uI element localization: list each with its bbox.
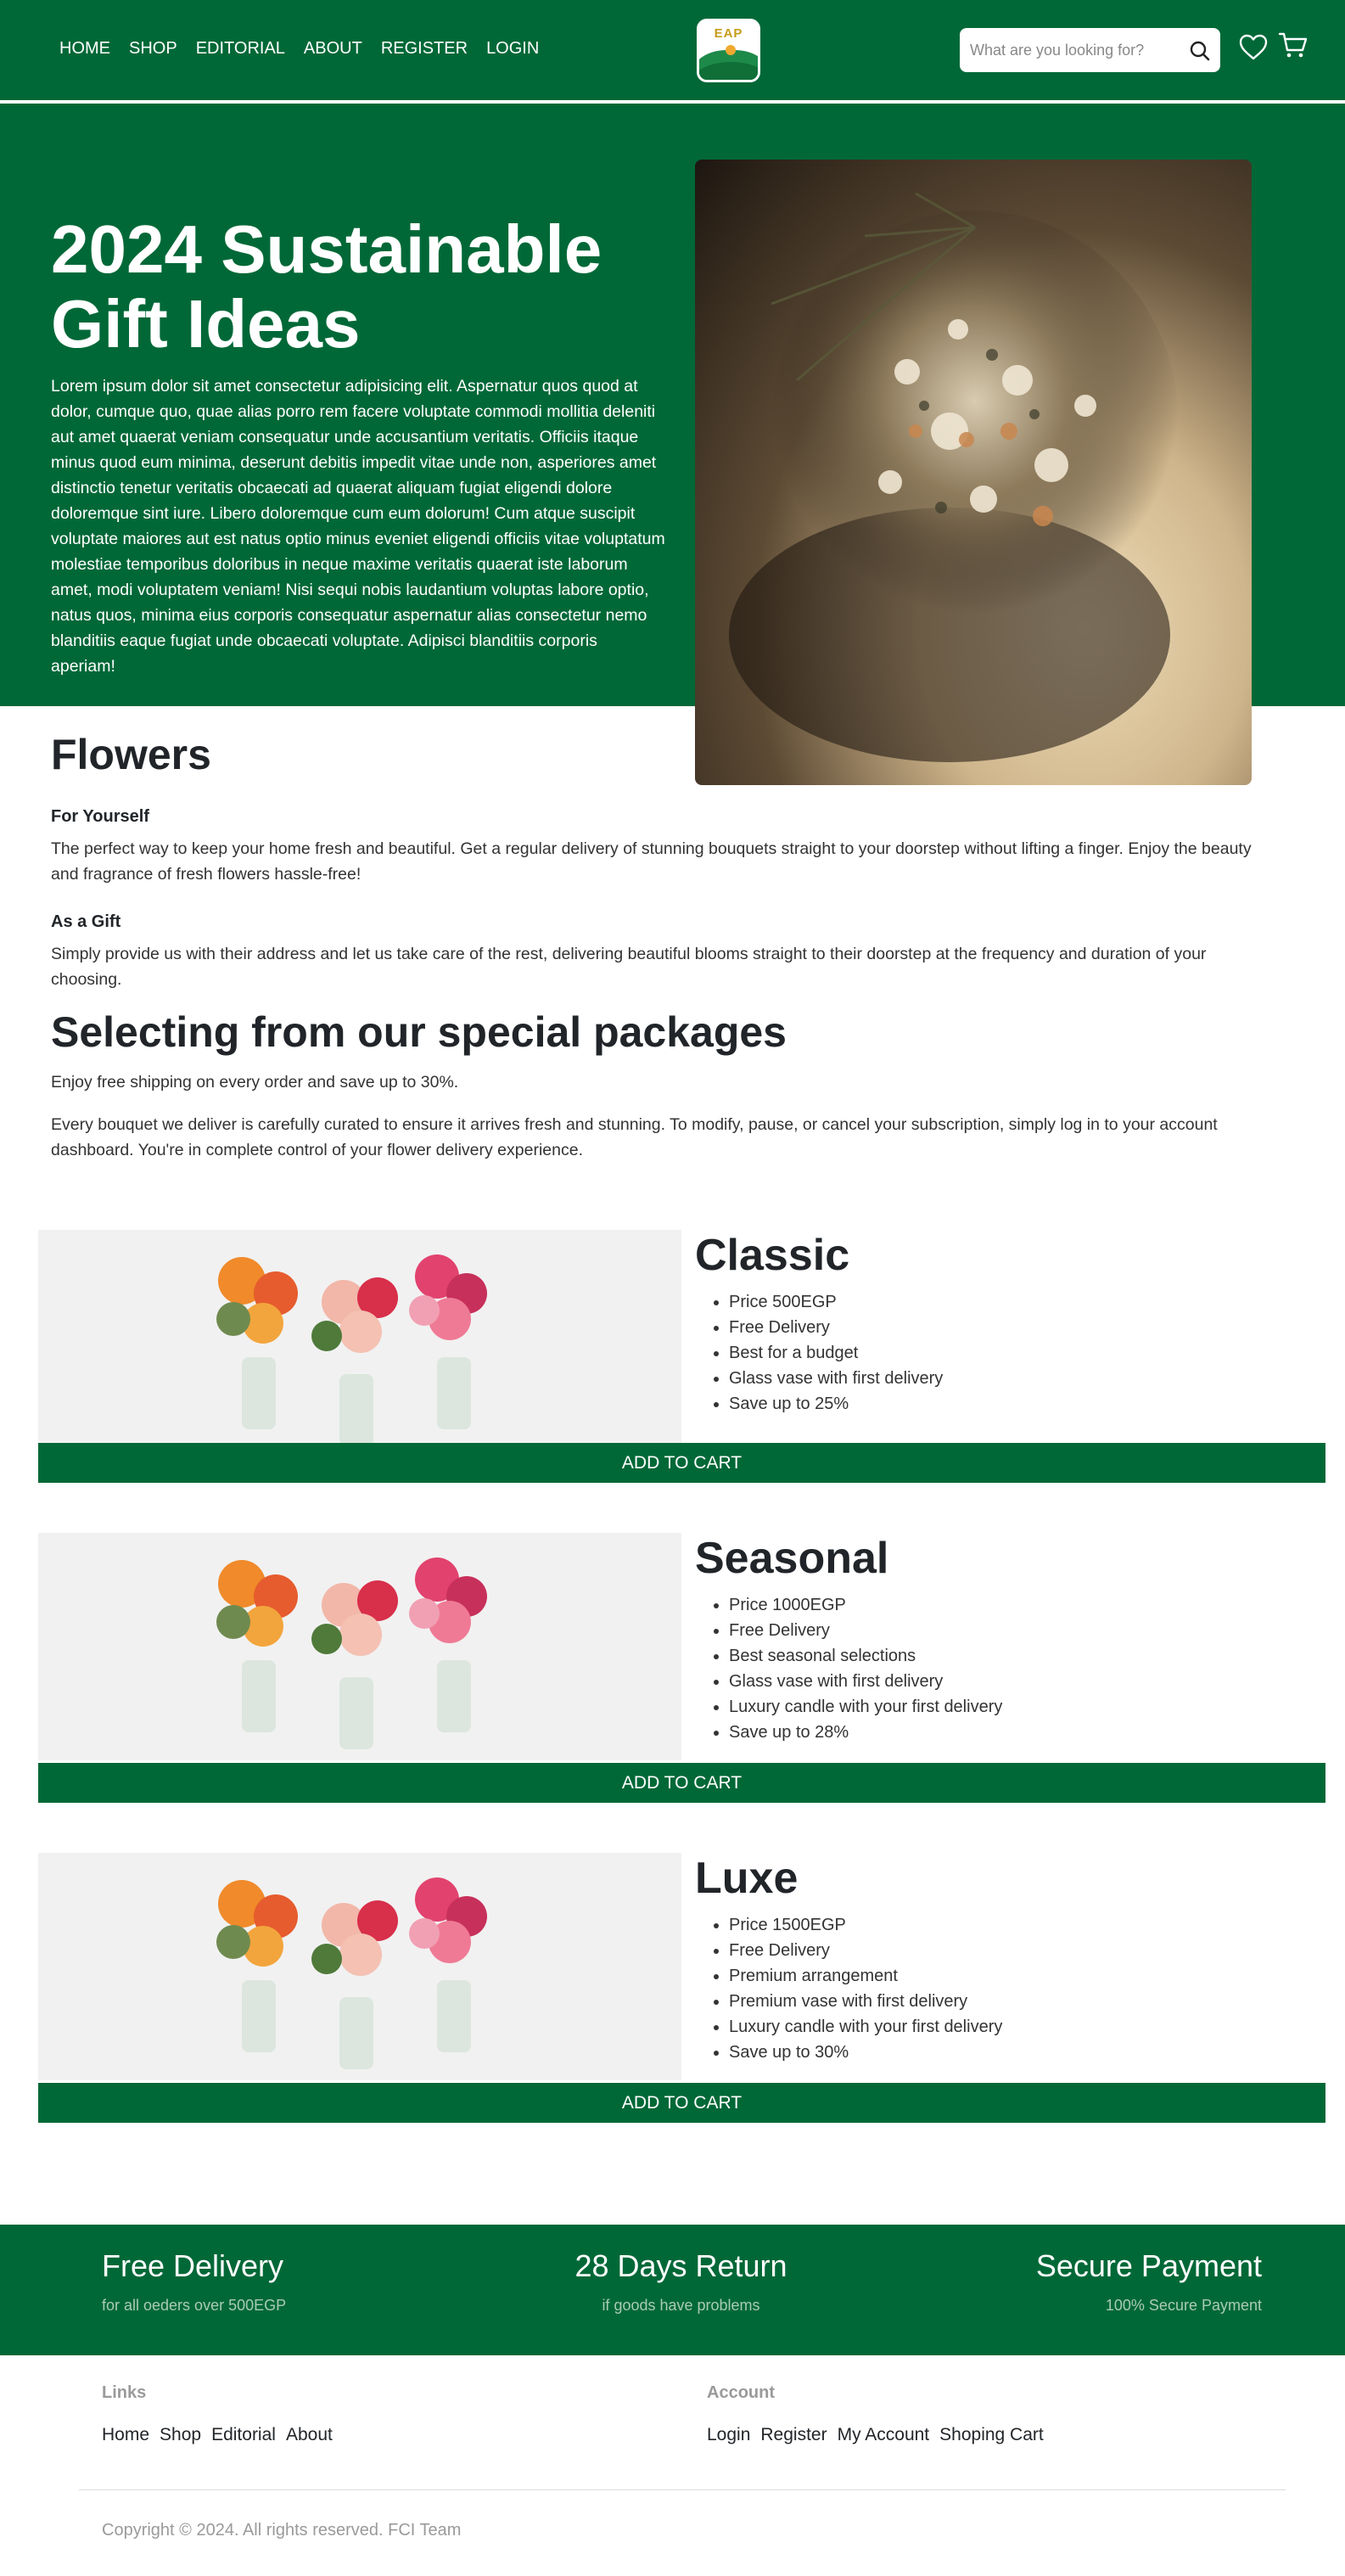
footer-links: Home Shop Editorial About [102,2425,333,2445]
footer-account-heading: Account [707,2383,775,2402]
package-image-seasonal [38,1533,681,1760]
package-image-luxe [38,1853,681,2080]
top-header: HOME SHOP EDITORIAL ABOUT REGISTER LOGIN… [0,0,1345,102]
package-features-luxe: Price 1500EGP Free Delivery Premium arra… [695,1912,1002,2065]
package-feature: Best seasonal selections [729,1643,1002,1669]
search-icon[interactable] [1189,40,1211,62]
package-feature: Price 500EGP [729,1289,943,1315]
add-to-cart-button-luxe[interactable]: ADD TO CART [38,2083,1325,2123]
footer-account-links: Login Register My Account Shoping Cart [707,2425,1044,2445]
feature-title-payment: Secure Payment [1035,2248,1262,2283]
package-feature: Price 1000EGP [729,1592,1002,1618]
footer-link-login[interactable]: Login [707,2425,750,2445]
as-gift-text: Simply provide us with their address and… [51,945,1207,989]
nav-shop[interactable]: SHOP [129,39,177,59]
package-feature: Glass vase with first delivery [729,1366,943,1391]
hero-text: Lorem ipsum dolor sit amet consectetur a… [51,377,665,676]
footer-link-register[interactable]: Register [760,2425,827,2445]
nav-about[interactable]: ABOUT [304,39,362,59]
footer-link-my-account[interactable]: My Account [838,2425,930,2445]
nav-login[interactable]: LOGIN [486,39,539,59]
footer-link-about[interactable]: About [286,2425,333,2445]
add-to-cart-button-seasonal[interactable]: ADD TO CART [38,1763,1325,1803]
logo-text: EAP [714,26,743,41]
feature-subtitle-payment: 100% Secure Payment [1105,2297,1262,2314]
package-feature: Free Delivery [729,1938,1002,1963]
vases-illustration [216,1254,487,1446]
footer-links-heading: Links [102,2383,147,2402]
vases-illustration [216,1877,487,2069]
nav-home[interactable]: HOME [59,39,110,59]
package-feature: Save up to 28% [729,1720,1002,1745]
footer-link-editorial[interactable]: Editorial [211,2425,276,2445]
footer-link-home[interactable]: Home [102,2425,149,2445]
package-feature: Free Delivery [729,1618,1002,1643]
package-title-classic: Classic [695,1231,850,1280]
package-title-seasonal: Seasonal [695,1534,889,1583]
packages-heading: Selecting from our special packages [51,1008,787,1056]
logo-sun [726,45,736,55]
package-feature: Best for a budget [729,1340,943,1366]
package-title-luxe: Luxe [695,1854,799,1903]
hero-title: 2024 Sustainable Gift Ideas [51,211,602,362]
flowers-heading: Flowers [51,731,211,778]
main-nav: HOME SHOP EDITORIAL ABOUT REGISTER LOGIN [59,39,539,59]
search-input[interactable] [968,28,1180,72]
package-feature: Save up to 30% [729,2040,1002,2065]
for-yourself-text: The perfect way to keep your home fresh … [51,839,1252,884]
package-feature: Free Delivery [729,1315,943,1340]
package-feature: Glass vase with first delivery [729,1669,1002,1694]
heart-icon[interactable] [1238,32,1269,63]
copyright-text: Copyright © 2024. All rights reserved. F… [102,2521,462,2540]
package-feature: Premium arrangement [729,1963,1002,1989]
packages-intro-line1: Enjoy free shipping on every order and s… [51,1073,459,1092]
package-feature: Save up to 25% [729,1391,943,1417]
package-feature: Price 1500EGP [729,1912,1002,1938]
hero-bouquet-image [695,160,1252,785]
package-features-classic: Price 500EGP Free Delivery Best for a bu… [695,1289,943,1417]
package-feature: Luxury candle with your first delivery [729,2014,1002,2040]
nav-editorial[interactable]: EDITORIAL [196,39,285,59]
package-features-seasonal: Price 1000EGP Free Delivery Best seasona… [695,1592,1002,1745]
footer-divider [79,2489,1286,2490]
add-to-cart-button-classic[interactable]: ADD TO CART [38,1443,1325,1483]
features-bar: Free Delivery for all oeders over 500EGP… [0,2225,1345,2355]
site-logo[interactable]: EAP [697,19,760,82]
search-box [960,28,1220,72]
vases-illustration [216,1557,487,1749]
package-feature: Luxury candle with your first delivery [729,1694,1002,1720]
nav-register[interactable]: REGISTER [381,39,468,59]
footer-link-shopping-cart[interactable]: Shoping Cart [939,2425,1044,2445]
package-image-classic [38,1230,681,1457]
for-yourself-heading: For Yourself [51,807,149,826]
package-feature: Premium vase with first delivery [729,1989,1002,2014]
footer-link-shop[interactable]: Shop [160,2425,201,2445]
bouquet-illustration [729,192,1179,762]
packages-intro-line2: Every bouquet we deliver is carefully cu… [51,1115,1218,1159]
as-gift-heading: As a Gift [51,912,121,931]
cart-icon[interactable] [1278,31,1309,61]
